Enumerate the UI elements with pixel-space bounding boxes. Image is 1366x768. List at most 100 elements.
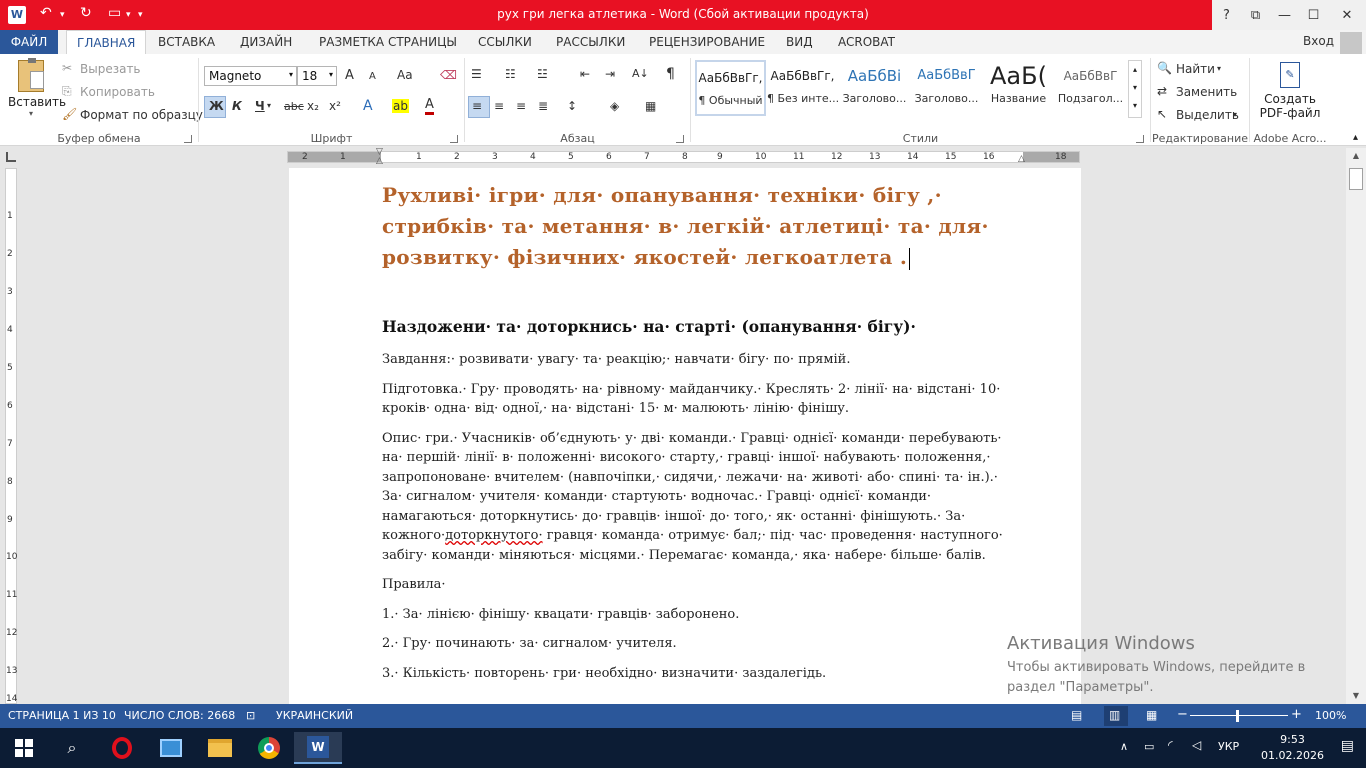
- copy-button[interactable]: Копировать: [80, 85, 155, 99]
- chrome-icon[interactable]: [245, 732, 293, 764]
- show-marks-button[interactable]: ¶: [666, 66, 675, 82]
- text-effects-button[interactable]: A: [363, 98, 373, 114]
- help-button[interactable]: ?: [1212, 0, 1241, 30]
- styles-scroll[interactable]: ▴ ▾ ▾: [1128, 60, 1142, 118]
- clipboard-dialog-launcher-icon[interactable]: [184, 135, 192, 143]
- network-icon[interactable]: ◜: [1168, 738, 1173, 752]
- format-painter-button[interactable]: Формат по образцу: [80, 108, 203, 122]
- sign-in-link[interactable]: Вход: [1303, 34, 1334, 48]
- word-taskbar-icon[interactable]: W: [294, 732, 342, 764]
- style-heading-1[interactable]: АаБбВі Заголово...: [839, 60, 910, 116]
- select-button[interactable]: Выделить: [1176, 108, 1239, 122]
- search-icon[interactable]: ⌕: [48, 732, 96, 764]
- replace-button[interactable]: Заменить: [1176, 85, 1237, 99]
- tab-mailings[interactable]: РАССЫЛКИ: [556, 30, 625, 54]
- start-button[interactable]: [0, 732, 48, 764]
- tab-insert[interactable]: ВСТАВКА: [158, 30, 215, 54]
- vertical-scrollbar[interactable]: ▲ ▼: [1346, 148, 1366, 704]
- scroll-down-icon[interactable]: ▼: [1346, 688, 1366, 704]
- styles-dialog-launcher-icon[interactable]: [1136, 135, 1144, 143]
- right-indent-icon[interactable]: △: [1018, 154, 1025, 164]
- numbering-icon[interactable]: ☷: [505, 67, 516, 81]
- zoom-slider-thumb[interactable]: [1236, 710, 1239, 722]
- font-name-box[interactable]: Magneto ▾: [204, 66, 297, 86]
- shrink-font-button[interactable]: A: [369, 71, 376, 82]
- find-button[interactable]: Найти: [1176, 62, 1215, 76]
- font-color-button[interactable]: A: [425, 98, 434, 115]
- style-title[interactable]: АаБ( Название: [983, 60, 1054, 116]
- document-page[interactable]: Рухливі· ігри· для· опанування· техніки·…: [289, 168, 1081, 704]
- style-heading-2[interactable]: АаБбВвГ Заголово...: [911, 60, 982, 116]
- multilevel-list-icon[interactable]: ☳: [537, 67, 548, 81]
- paste-button[interactable]: Вставить ▾: [8, 58, 66, 118]
- cut-button[interactable]: Вырезать: [80, 62, 141, 76]
- borders-icon[interactable]: ▦: [645, 99, 656, 113]
- language-indicator[interactable]: УКРАИНСКИЙ: [276, 709, 353, 722]
- minimize-button[interactable]: —: [1270, 0, 1299, 30]
- proofing-icon[interactable]: ⊡: [246, 709, 255, 722]
- scroll-thumb[interactable]: [1349, 168, 1363, 190]
- superscript-button[interactable]: x²: [329, 99, 341, 113]
- subscript-button[interactable]: x₂: [307, 99, 319, 113]
- zoom-slider[interactable]: [1190, 715, 1288, 716]
- input-language[interactable]: УКР: [1218, 740, 1239, 753]
- font-size-box[interactable]: 18 ▾: [297, 66, 337, 86]
- align-center-icon[interactable]: ≡: [494, 99, 504, 113]
- page-count[interactable]: СТРАНИЦА 1 ИЗ 10: [8, 709, 116, 722]
- create-pdf-button[interactable]: ✎ Создать PDF-файл: [1254, 62, 1326, 120]
- font-size-dropdown-icon[interactable]: ▾: [329, 70, 333, 79]
- bullets-icon[interactable]: ☰: [471, 67, 482, 81]
- change-case-button[interactable]: Aa: [397, 68, 413, 82]
- zoom-level[interactable]: 100%: [1315, 709, 1346, 722]
- shading-icon[interactable]: ◈: [610, 99, 619, 113]
- grow-font-button[interactable]: A: [345, 68, 354, 83]
- tab-view[interactable]: ВИД: [786, 30, 813, 54]
- tab-review[interactable]: РЕЦЕНЗИРОВАНИЕ: [649, 30, 765, 54]
- underline-button[interactable]: Ч: [255, 99, 265, 113]
- volume-icon[interactable]: ◁: [1192, 738, 1201, 752]
- maximize-button[interactable]: ☐: [1299, 0, 1328, 30]
- tab-design[interactable]: ДИЗАЙН: [240, 30, 292, 54]
- tab-page-layout[interactable]: РАЗМЕТКА СТРАНИЦЫ: [319, 30, 457, 54]
- word-count[interactable]: ЧИСЛО СЛОВ: 2668: [124, 709, 235, 722]
- tab-acrobat[interactable]: ACROBAT: [838, 30, 895, 54]
- font-name-dropdown-icon[interactable]: ▾: [289, 70, 293, 79]
- bold-button[interactable]: Ж: [209, 99, 224, 113]
- strikethrough-button[interactable]: abc: [284, 100, 304, 113]
- styles-down-icon[interactable]: ▾: [1129, 79, 1141, 97]
- ribbon-display-options-button[interactable]: ⧉: [1241, 0, 1270, 30]
- underline-dropdown-icon[interactable]: ▾: [267, 101, 271, 110]
- spelling-error-word[interactable]: доторкнутого·: [445, 528, 542, 543]
- align-right-icon[interactable]: ≡: [516, 99, 526, 113]
- hanging-indent-icon[interactable]: △: [376, 156, 383, 166]
- font-dialog-launcher-icon[interactable]: [450, 135, 458, 143]
- decrease-indent-icon[interactable]: ⇤: [580, 67, 590, 81]
- style-no-spacing[interactable]: АаБбВвГг, ¶ Без инте...: [767, 60, 838, 116]
- style-subtitle[interactable]: АаБбВвГ Подзагол...: [1055, 60, 1126, 116]
- file-explorer-icon[interactable]: [196, 732, 244, 764]
- sort-icon[interactable]: A↓: [632, 67, 649, 80]
- collapse-ribbon-icon[interactable]: ▴: [1353, 132, 1358, 143]
- styles-more-icon[interactable]: ▾: [1129, 97, 1141, 115]
- web-layout-icon[interactable]: ▦: [1146, 708, 1157, 722]
- tab-references[interactable]: ССЫЛКИ: [478, 30, 532, 54]
- tab-file[interactable]: ФАЙЛ: [0, 30, 58, 54]
- italic-button[interactable]: К: [232, 99, 242, 113]
- clock[interactable]: 9:53 01.02.2026: [1261, 732, 1324, 764]
- close-button[interactable]: ✕: [1328, 0, 1366, 30]
- justify-icon[interactable]: ≣: [538, 99, 548, 113]
- styles-up-icon[interactable]: ▴: [1129, 61, 1141, 79]
- show-hidden-icons-icon[interactable]: ∧: [1120, 740, 1128, 753]
- zoom-out-icon[interactable]: −: [1177, 707, 1188, 722]
- find-dropdown-icon[interactable]: ▾: [1217, 64, 1221, 73]
- read-mode-icon[interactable]: ▤: [1071, 708, 1082, 722]
- opera-icon[interactable]: [98, 732, 146, 764]
- notifications-icon[interactable]: ▤: [1341, 738, 1354, 754]
- select-dropdown-icon[interactable]: ▾: [1233, 110, 1237, 119]
- avatar[interactable]: [1340, 32, 1362, 54]
- align-left-icon[interactable]: ≡: [472, 99, 482, 113]
- vertical-ruler[interactable]: 1 2 3 4 5 6 7 8 9 10 11 12 13 14: [5, 168, 17, 704]
- horizontal-ruler[interactable]: 2 1 1 2 3 4 5 6 7 8 9 10 11 12 13 14 15 …: [287, 147, 1080, 166]
- highlight-button[interactable]: ab: [392, 99, 409, 113]
- control-panel-icon[interactable]: [147, 732, 195, 764]
